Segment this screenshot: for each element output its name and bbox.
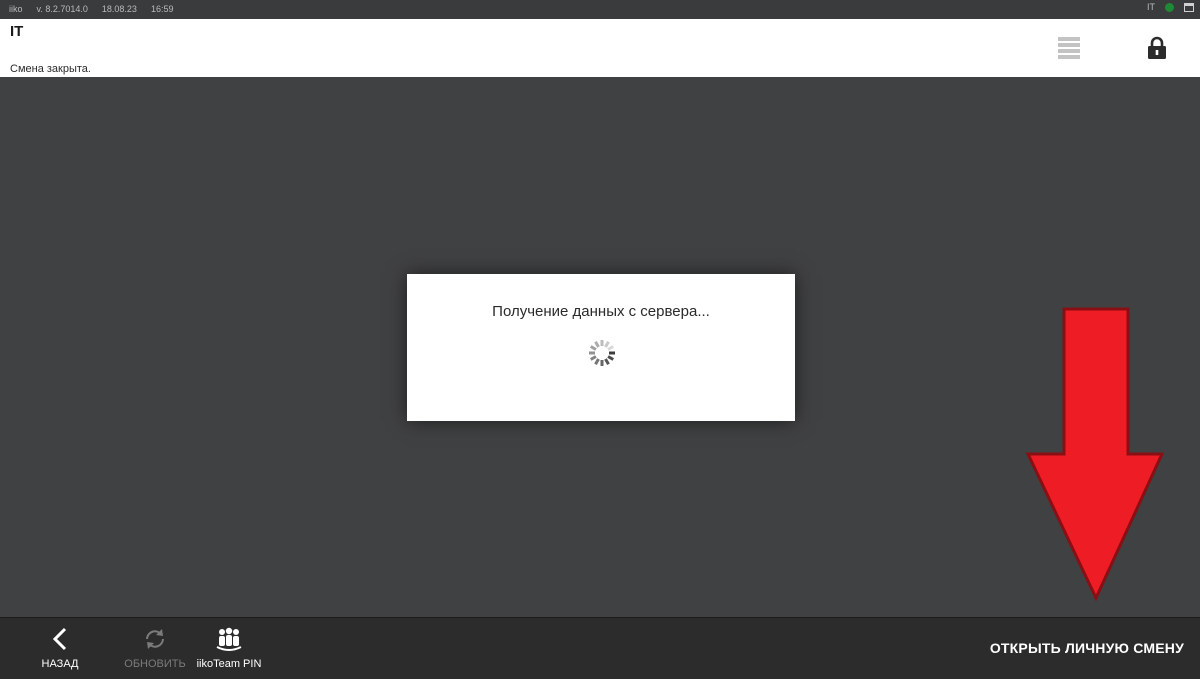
refresh-label: ОБНОВИТЬ — [124, 658, 186, 670]
iikoteam-pin-label: iikoTeam PIN — [196, 658, 262, 670]
spinner-segment — [594, 358, 600, 366]
open-personal-shift-button[interactable]: ОТКРЫТЬ ЛИЧНУЮ СМЕНУ — [990, 640, 1184, 656]
header: IT Смена закрыта. — [0, 19, 1200, 77]
user-code: IT — [1147, 2, 1155, 12]
spinner-segment — [589, 345, 597, 351]
spinner-segment — [607, 355, 615, 361]
lock-icon[interactable] — [1147, 36, 1167, 60]
window-icon[interactable] — [1184, 2, 1194, 12]
spinner-segment — [604, 340, 610, 348]
refresh-icon — [146, 629, 164, 649]
app-version: v. 8.2.7014.0 — [36, 4, 88, 14]
back-label: НАЗАД — [41, 658, 79, 670]
status-bar: iiko v. 8.2.7014.0 18.08.23 16:59 IT — [0, 0, 1200, 20]
loading-message: Получение данных с сервера... — [492, 303, 710, 320]
hamburger-icon[interactable] — [1058, 37, 1080, 59]
refresh-button[interactable]: ОБНОВИТЬ — [122, 618, 188, 679]
chevron-left-icon — [52, 627, 67, 651]
spinner-segment — [594, 340, 600, 348]
shift-status: Смена закрыта. — [10, 63, 91, 75]
status-date: 18.08.23 — [101, 4, 137, 14]
loading-dialog: Получение данных с сервера... — [407, 274, 795, 421]
page-title: IT — [10, 23, 24, 40]
back-button[interactable]: НАЗАД — [30, 618, 90, 679]
spinner-segment — [604, 358, 610, 366]
spinner-segment — [589, 355, 597, 361]
status-info: iiko v. 8.2.7014.0 18.08.23 16:59 — [9, 4, 187, 14]
red-arrow-annotation — [1025, 307, 1165, 602]
app-name: iiko — [9, 4, 23, 14]
connection-status-icon — [1165, 2, 1174, 12]
loading-spinner-icon — [589, 340, 615, 366]
team-icon — [216, 627, 242, 651]
status-right: IT — [1147, 2, 1194, 12]
spinner-segment — [607, 345, 615, 351]
iikoteam-pin-button[interactable]: iikoTeam PIN — [196, 618, 262, 679]
status-time: 16:59 — [150, 4, 174, 14]
bottom-toolbar: НАЗАД ОБНОВИТЬ iikoTeam PIN ОТКРЫТЬ ЛИЧН… — [0, 617, 1200, 679]
